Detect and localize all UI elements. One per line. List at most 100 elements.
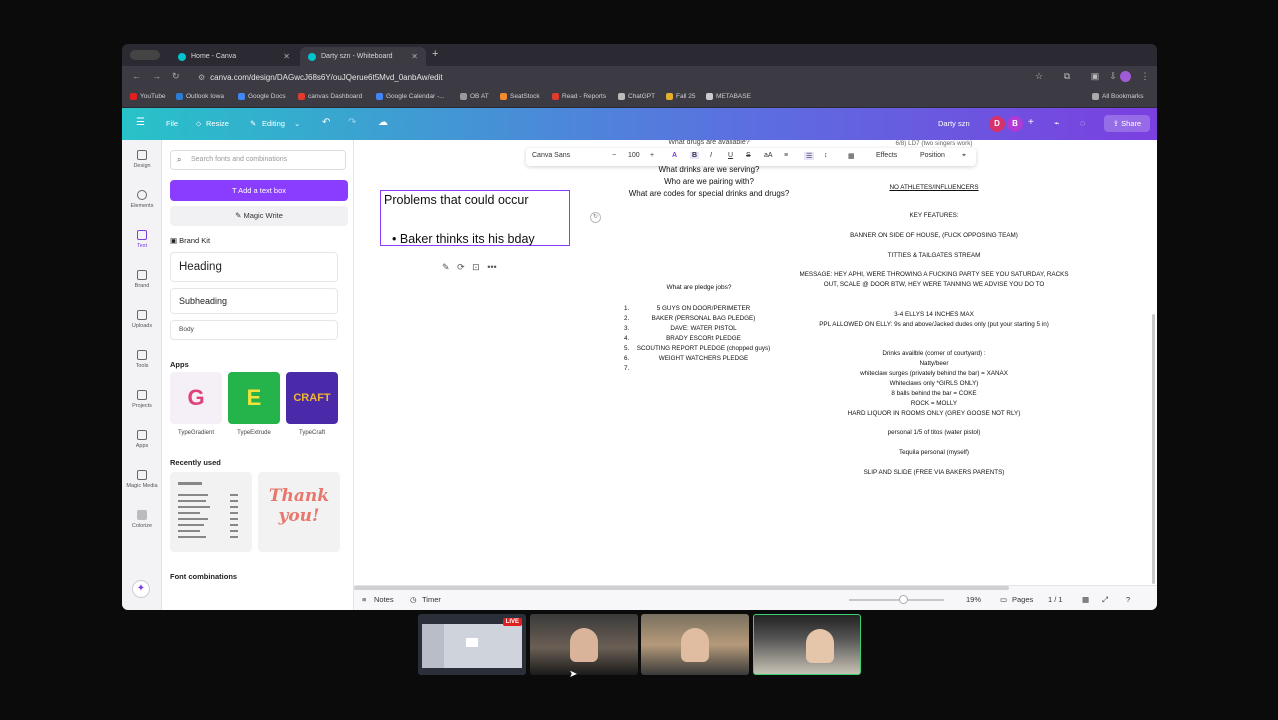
rail-brand[interactable]: Brand — [122, 270, 162, 289]
search-fonts-input[interactable]: ⌕ Search fonts and combinations — [170, 150, 346, 170]
participant-tile-4-speaking[interactable] — [753, 614, 861, 675]
timer-button[interactable]: Timer — [422, 595, 441, 604]
rail-design[interactable]: Design — [122, 150, 162, 169]
new-tab-icon[interactable]: + — [432, 48, 438, 60]
analytics-icon[interactable]: ⌁ — [1054, 118, 1059, 129]
position-button[interactable]: Position — [920, 152, 945, 159]
zoom-slider-handle[interactable] — [899, 595, 908, 604]
underline-icon[interactable]: U — [728, 152, 733, 159]
italic-icon[interactable]: I — [710, 152, 712, 159]
spacing-icon[interactable]: ↕ — [824, 152, 828, 159]
subheading-style[interactable]: Subheading — [170, 288, 338, 314]
url-field[interactable]: ⚙ canva.com/design/DAGwcJ68s6Y/ouJQerue6t… — [198, 70, 1048, 85]
add-text-box-button[interactable]: T Add a text box — [170, 180, 348, 201]
increase-size-icon[interactable]: + — [650, 152, 654, 159]
zoom-level[interactable]: 19% — [966, 595, 981, 604]
editing-mode-dropdown[interactable]: Editing — [262, 119, 285, 128]
bullet-list-icon[interactable]: ☰ — [804, 152, 815, 160]
pages-button[interactable]: Pages — [1012, 595, 1033, 604]
recent-template-menu[interactable] — [170, 472, 252, 552]
bookmark-metabase[interactable]: METABASE — [706, 93, 751, 100]
extensions-icon[interactable]: ⧉ — [1062, 71, 1072, 81]
pages-icon[interactable]: ▭ — [1000, 595, 1007, 604]
bookmark-google-docs[interactable]: Google Docs — [238, 93, 286, 100]
bookmark-ob-at[interactable]: OB AT — [460, 93, 489, 100]
chevron-down-icon[interactable]: ⌄ — [294, 119, 300, 128]
bookmark-youtube[interactable]: YouTube — [130, 93, 166, 100]
text-color-icon[interactable]: A — [672, 152, 677, 159]
lock-icon[interactable]: ⊡ — [472, 262, 480, 272]
typecraft-app[interactable]: CRAFT — [286, 372, 338, 424]
rail-projects[interactable]: Projects — [122, 390, 162, 409]
bookmark-fall-25[interactable]: Fall 25 — [666, 93, 696, 100]
comments-icon[interactable]: ◌ — [1080, 118, 1085, 128]
brand-kit-link[interactable]: ▣ Brand Kit — [170, 236, 210, 245]
timer-icon[interactable]: ◷ — [410, 595, 417, 604]
grid-view-icon[interactable]: ▦ — [1082, 595, 1089, 604]
site-info-icon[interactable]: ⚙ — [198, 73, 205, 82]
bookmark-seatstock[interactable]: SeatStock — [500, 93, 540, 100]
back-icon[interactable]: ← — [132, 71, 141, 81]
bookmark-chatgpt[interactable]: ChatGPT — [618, 93, 655, 100]
profile-avatar[interactable] — [1120, 71, 1131, 82]
notes-icon[interactable]: ≡ — [362, 595, 366, 604]
canvas-horizontal-scrollbar[interactable] — [354, 586, 1009, 590]
resize-icon[interactable]: ⬦ — [196, 119, 201, 129]
recent-template-thank-you[interactable]: Thank you! — [258, 472, 340, 552]
refresh-icon[interactable]: ⟳ — [457, 262, 465, 272]
strikethrough-icon[interactable]: S — [746, 152, 751, 159]
file-menu[interactable]: File — [166, 119, 178, 128]
bookmark-outlook[interactable]: Outlook Iowa — [176, 93, 224, 100]
problems-bullet[interactable]: • Baker thinks its his bday — [392, 232, 535, 246]
bold-icon[interactable]: B — [690, 152, 700, 159]
all-bookmarks[interactable]: All Bookmarks — [1092, 93, 1144, 100]
font-family-dropdown[interactable]: Canva Sans — [532, 152, 570, 159]
participant-tile-2[interactable] — [530, 614, 638, 675]
rail-apps[interactable]: Apps — [122, 430, 162, 449]
browser-menu-icon[interactable]: ⋮ — [1140, 71, 1150, 81]
rail-elements[interactable]: Elements — [122, 190, 162, 209]
bookmark-star-icon[interactable]: ☆ — [1034, 71, 1044, 81]
bookmark-read-reports[interactable]: Read - Reports — [552, 93, 606, 100]
notes-button[interactable]: Notes — [374, 595, 394, 604]
body-style[interactable]: Body — [170, 320, 338, 340]
redo-icon[interactable]: ↷ — [348, 117, 356, 128]
bookmark-calendar[interactable]: Google Calendar -... — [376, 93, 445, 100]
case-icon[interactable]: aA — [764, 152, 773, 159]
reload-icon[interactable]: ↻ — [172, 71, 180, 82]
decrease-size-icon[interactable]: − — [612, 152, 616, 159]
align-icon[interactable]: ≡ — [784, 152, 788, 159]
collaborator-avatar[interactable]: D — [989, 116, 1005, 132]
font-size-input[interactable]: 100 — [628, 152, 640, 159]
effects-button[interactable]: Effects — [876, 152, 897, 159]
paint-format-icon[interactable]: ⌖ — [962, 152, 966, 160]
forward-icon[interactable]: → — [152, 71, 161, 81]
rail-tools[interactable]: Tools — [122, 350, 162, 369]
fullscreen-icon[interactable]: ⤢ — [1102, 595, 1108, 605]
close-tab-icon[interactable]: ✕ — [411, 52, 418, 61]
rail-uploads[interactable]: Uploads — [122, 310, 162, 329]
tab-group-pill[interactable] — [130, 50, 160, 60]
more-effects-icon[interactable]: ▦ — [848, 152, 855, 160]
typegradient-app[interactable]: G — [170, 372, 222, 424]
tab-home-canva[interactable]: Home - Canva ✕ — [170, 47, 298, 66]
cloud-saved-icon[interactable]: ☁ — [378, 117, 388, 128]
collaborator-avatar[interactable]: B — [1007, 116, 1023, 132]
resize-button[interactable]: Resize — [206, 119, 229, 128]
whiteboard-page[interactable]: What drugs are available? Canva Sans − 1… — [354, 140, 1157, 585]
downloads-icon[interactable]: ⇩ — [1108, 71, 1118, 81]
help-icon[interactable]: ? — [1126, 595, 1130, 604]
magic-assistant-icon[interactable]: ✦ — [132, 580, 150, 598]
undo-icon[interactable]: ↶ — [322, 117, 330, 128]
rail-magic-media[interactable]: Magic Media — [122, 470, 162, 489]
rail-text[interactable]: Text — [122, 230, 162, 249]
rail-colorize[interactable]: Colorize — [122, 510, 162, 529]
magic-write-button[interactable]: ✎ Magic Write — [170, 206, 348, 226]
zoom-slider[interactable] — [849, 599, 944, 601]
design-title[interactable]: Darty szn — [938, 119, 970, 128]
side-panel-icon[interactable]: ▣ — [1090, 71, 1100, 81]
canvas-vertical-scrollbar[interactable] — [1152, 314, 1155, 584]
problems-heading[interactable]: Problems that could occur — [384, 193, 529, 207]
rotate-handle-icon[interactable]: ↻ — [590, 212, 601, 223]
add-collaborator-icon[interactable]: + — [1028, 117, 1034, 128]
